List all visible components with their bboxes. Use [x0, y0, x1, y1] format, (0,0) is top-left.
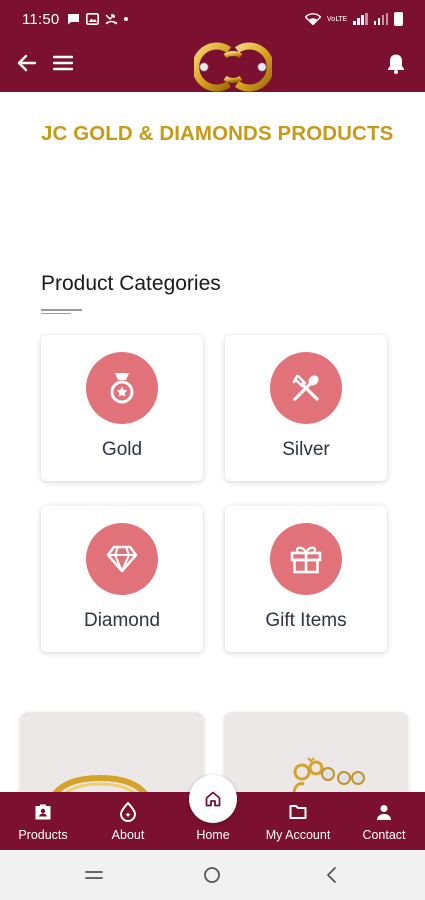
category-label: Diamond — [83, 610, 161, 631]
system-home-button[interactable] — [201, 864, 223, 886]
person-icon — [374, 802, 394, 822]
system-back-button[interactable] — [321, 864, 343, 886]
chevron-left-icon — [327, 867, 336, 883]
product-card[interactable] — [20, 712, 204, 792]
menu-button[interactable] — [50, 50, 76, 76]
missed-call-icon — [105, 14, 118, 25]
app-bar — [0, 38, 425, 92]
category-icon-circle — [270, 352, 342, 424]
page-title: JC GOLD & DIAMONDS PRODUCTS — [41, 122, 394, 145]
back-button[interactable] — [14, 50, 40, 76]
category-label: Gold — [101, 439, 143, 460]
notification-icons — [67, 13, 129, 25]
product-card[interactable] — [224, 712, 408, 792]
battery-icon — [394, 12, 403, 26]
volte-label: VoLTE — [326, 14, 347, 23]
main-content[interactable]: JC GOLD & DIAMONDS PRODUCTS Product Cate… — [0, 92, 425, 792]
system-navigation-bar — [0, 850, 425, 900]
gallery-icon — [86, 13, 100, 25]
category-icon-circle — [86, 523, 158, 595]
home-icon — [205, 791, 221, 807]
signal-icon — [353, 13, 368, 25]
nav-item-my-account[interactable]: My Account — [258, 792, 338, 850]
home-button[interactable] — [189, 775, 237, 823]
nav-label: My Account — [265, 828, 331, 842]
category-label: Gift Items — [265, 610, 347, 631]
gold-diamond-ring-image — [292, 757, 365, 792]
nav-label-home[interactable]: Home — [188, 828, 238, 842]
status-right-icons: VoLTE — [304, 12, 403, 26]
signal-icon-2 — [373, 13, 388, 25]
nav-item-contact[interactable]: Contact — [356, 792, 412, 850]
diamond-icon — [106, 545, 138, 573]
recents-button[interactable] — [83, 864, 105, 886]
recents-icon — [85, 871, 103, 879]
category-card-gift-items[interactable]: Gift Items — [225, 506, 387, 652]
medal-icon — [110, 373, 134, 404]
category-label: Silver — [282, 439, 330, 460]
more-notifications-dot — [124, 17, 129, 21]
nav-item-products[interactable]: Products — [13, 792, 73, 850]
notification-bell-button[interactable] — [383, 49, 409, 77]
brand-logo[interactable] — [194, 42, 272, 92]
categories-heading: Product Categories — [41, 272, 221, 295]
about-icon — [118, 802, 138, 822]
chat-icon — [68, 14, 80, 25]
circle-home-icon — [204, 867, 220, 883]
heading-underline — [41, 309, 82, 314]
nav-item-about[interactable]: About — [103, 792, 153, 850]
nav-label: About — [111, 828, 145, 842]
gift-icon — [290, 546, 322, 574]
category-icon-circle — [86, 352, 158, 424]
status-time: 11:50 — [22, 10, 60, 28]
cutlery-icon — [292, 374, 319, 401]
hamburger-menu-icon — [53, 55, 73, 71]
bell-icon — [388, 54, 404, 74]
folder-icon — [288, 802, 308, 822]
nav-label: Contact — [362, 828, 406, 842]
wifi-icon — [304, 13, 321, 25]
category-card-diamond[interactable]: Diamond — [41, 506, 203, 652]
status-bar: 11:50 VoLTE — [0, 0, 425, 38]
products-icon — [33, 802, 53, 822]
category-card-silver[interactable]: Silver — [225, 335, 387, 481]
gold-ring-image — [52, 774, 148, 792]
category-card-gold[interactable]: Gold — [41, 335, 203, 481]
nav-label: Products — [18, 828, 68, 842]
back-arrow-icon — [17, 54, 37, 72]
category-icon-circle — [270, 523, 342, 595]
